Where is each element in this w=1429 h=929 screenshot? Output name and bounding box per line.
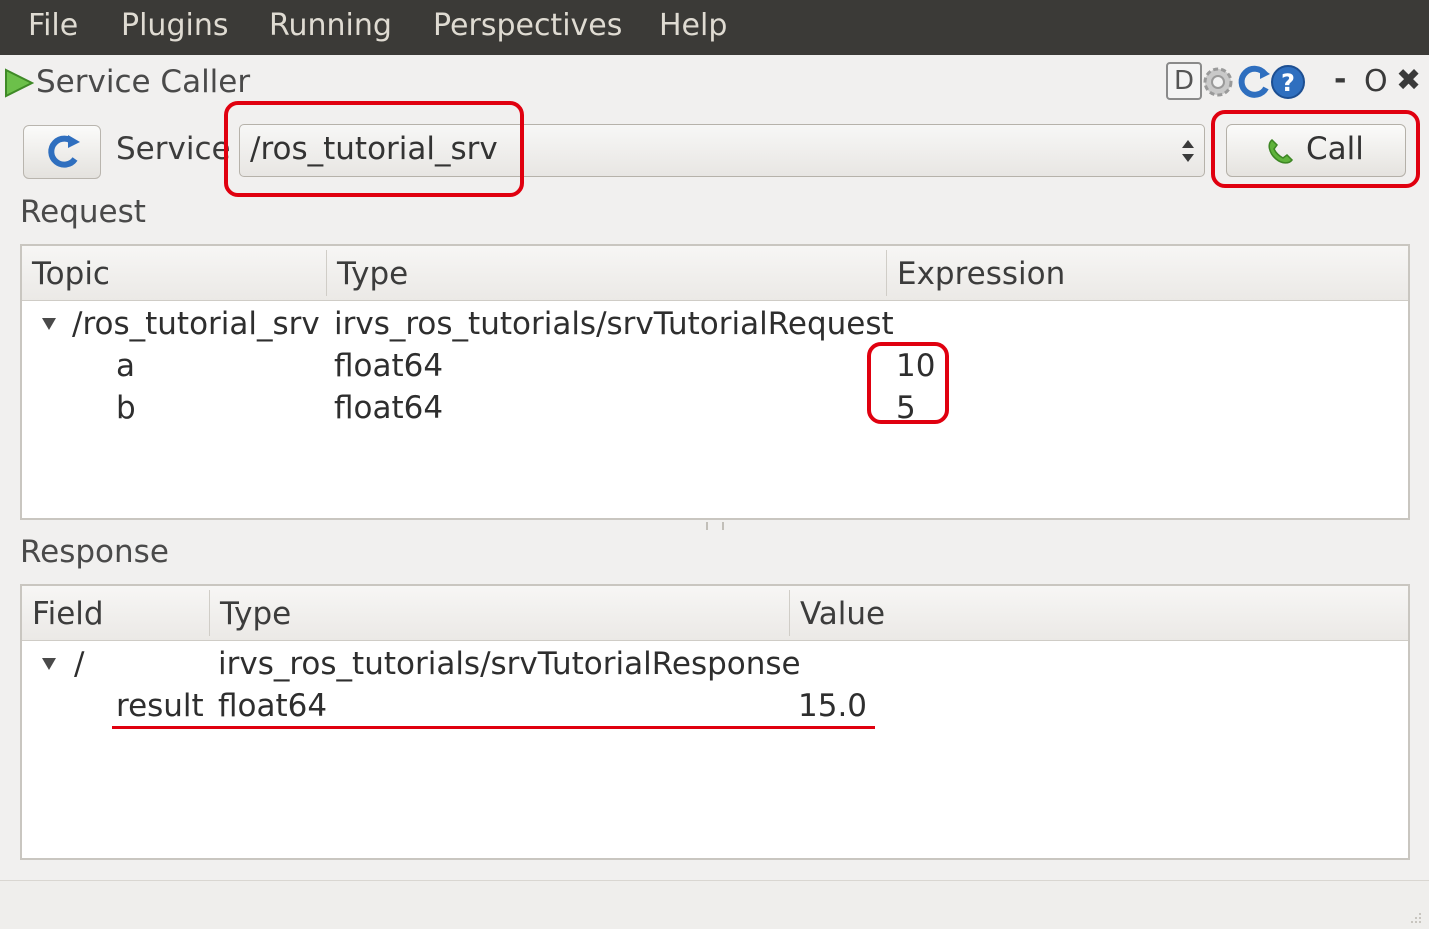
expand-triangle-icon[interactable]: [42, 658, 56, 670]
column-divider[interactable]: [209, 590, 210, 636]
refresh-icon: [48, 135, 80, 168]
reload-icon[interactable]: [1236, 64, 1272, 100]
resize-grip-icon[interactable]: [1401, 903, 1423, 925]
column-value[interactable]: Value: [800, 596, 885, 632]
menu-file[interactable]: File: [28, 8, 78, 43]
refresh-button[interactable]: [23, 125, 101, 179]
restore-button[interactable]: O: [1364, 64, 1388, 99]
annotation-box-service: [224, 101, 524, 197]
minimize-button[interactable]: -: [1334, 62, 1346, 97]
gear-icon[interactable]: [1200, 64, 1236, 100]
menu-help[interactable]: Help: [659, 8, 727, 43]
request-topic[interactable]: b: [116, 390, 136, 426]
response-value: 15.0: [798, 688, 868, 724]
service-label: Service: [116, 131, 231, 167]
request-type: irvs_ros_tutorials/srvTutorialRequest: [334, 306, 894, 342]
menu-running[interactable]: Running: [269, 8, 392, 43]
plugin-title: Service Caller: [36, 64, 251, 100]
response-field[interactable]: /: [74, 646, 84, 682]
column-divider[interactable]: [886, 250, 887, 296]
column-expression[interactable]: Expression: [897, 256, 1065, 292]
column-type[interactable]: Type: [337, 256, 408, 292]
help-icon[interactable]: ?: [1270, 64, 1306, 100]
request-type: float64: [334, 348, 444, 384]
response-field[interactable]: result: [116, 688, 204, 724]
response-type: float64: [218, 688, 328, 724]
column-field[interactable]: Field: [32, 596, 104, 632]
request-topic[interactable]: /ros_tutorial_srv: [72, 306, 320, 342]
column-topic[interactable]: Topic: [32, 256, 110, 292]
column-type[interactable]: Type: [220, 596, 291, 632]
request-table-header: Topic Type Expression: [22, 246, 1408, 301]
annotation-box-call: [1211, 110, 1420, 188]
response-table: Field Type Value / irvs_ros_tutorials/sr…: [20, 584, 1410, 860]
request-table: Topic Type Expression /ros_tutorial_srv …: [20, 244, 1410, 520]
splitter-handle[interactable]: [706, 522, 724, 530]
request-type: float64: [334, 390, 444, 426]
menu-bar: File Plugins Running Perspectives Help: [0, 0, 1429, 55]
request-topic[interactable]: a: [116, 348, 135, 384]
dock-d-icon[interactable]: D: [1166, 62, 1202, 100]
svg-text:?: ?: [1281, 69, 1295, 97]
column-divider[interactable]: [326, 250, 327, 296]
expand-triangle-icon[interactable]: [42, 318, 56, 330]
annotation-box-expressions: [867, 342, 949, 424]
combo-arrows-icon: [1182, 140, 1194, 162]
response-table-header: Field Type Value: [22, 586, 1408, 641]
response-label: Response: [20, 534, 169, 570]
response-type: irvs_ros_tutorials/srvTutorialResponse: [218, 646, 801, 682]
annotation-underline-result: [112, 726, 875, 729]
column-divider[interactable]: [789, 590, 790, 636]
menu-perspectives[interactable]: Perspectives: [433, 8, 622, 43]
menu-plugins[interactable]: Plugins: [121, 8, 228, 43]
close-button[interactable]: ✖: [1396, 63, 1421, 98]
request-label: Request: [20, 194, 146, 230]
status-bar: [0, 880, 1429, 929]
play-icon: [5, 68, 34, 98]
